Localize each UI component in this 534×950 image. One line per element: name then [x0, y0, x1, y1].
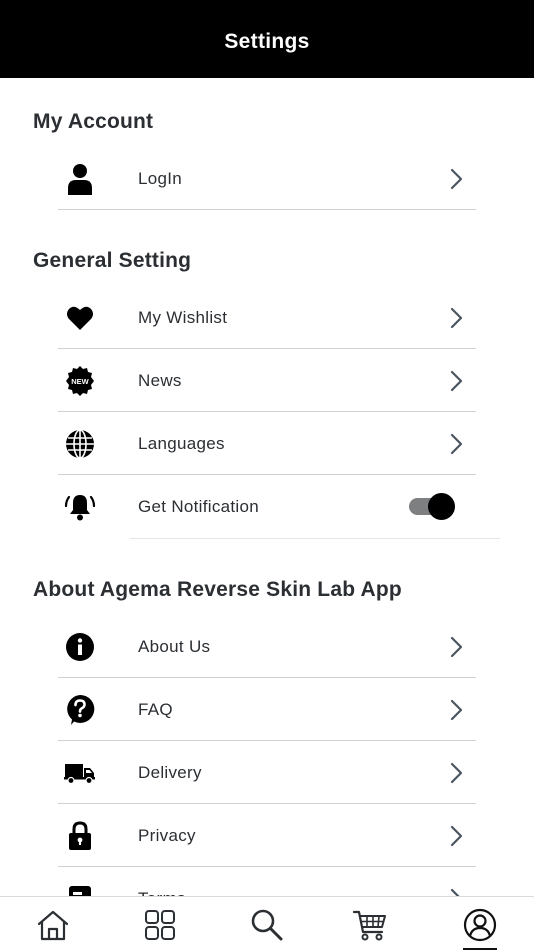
settings-item-terms[interactable]: Terms	[58, 867, 476, 896]
search-icon	[251, 909, 283, 941]
new-badge-icon: NEW	[62, 363, 98, 399]
settings-item-label: Languages	[138, 434, 225, 453]
truck-icon	[62, 755, 98, 791]
divider	[130, 538, 500, 539]
profile-icon	[463, 908, 497, 942]
chevron-right-icon	[450, 307, 463, 329]
question-icon	[62, 692, 98, 728]
user-icon	[62, 161, 98, 197]
tab-cart[interactable]	[350, 905, 390, 945]
chevron-right-icon	[450, 370, 463, 392]
document-icon	[62, 881, 98, 896]
home-icon	[37, 910, 69, 941]
chevron-right-icon	[450, 433, 463, 455]
settings-item-label: About Us	[138, 637, 211, 656]
chevron-right-icon	[450, 888, 460, 896]
heart-icon	[62, 300, 98, 336]
section-title-general-setting: General Setting	[33, 249, 192, 272]
page-title: Settings	[224, 30, 310, 53]
top-bar: Settings	[0, 0, 534, 78]
settings-item-delivery[interactable]: Delivery	[58, 741, 476, 804]
settings-item-label: Delivery	[138, 763, 202, 782]
notification-toggle[interactable]	[408, 492, 456, 520]
settings-item-notification: Get Notification	[58, 475, 476, 538]
bottom-tab-bar	[0, 896, 534, 950]
lock-icon	[62, 818, 98, 854]
chevron-right-icon	[450, 762, 463, 784]
settings-item-label: News	[138, 371, 182, 390]
settings-item-label: FAQ	[138, 700, 173, 719]
tab-home[interactable]	[33, 905, 73, 945]
chevron-right-icon	[450, 168, 463, 190]
chevron-right-icon	[450, 699, 463, 721]
svg-text:NEW: NEW	[71, 377, 89, 386]
cart-icon	[352, 910, 386, 941]
grid-icon	[145, 910, 175, 940]
settings-item-news[interactable]: NEW News	[58, 349, 476, 412]
toggle-knob	[428, 493, 455, 520]
chevron-right-icon	[450, 825, 463, 847]
settings-item-label: Terms	[138, 867, 186, 896]
tab-categories[interactable]	[140, 905, 180, 945]
settings-item-label: Privacy	[138, 826, 196, 845]
globe-icon	[62, 426, 98, 462]
bell-ringing-icon	[62, 489, 98, 525]
settings-item-label: LogIn	[138, 169, 183, 188]
section-title-about: About Agema Reverse Skin Lab App	[33, 578, 402, 601]
settings-item-label: Get Notification	[138, 497, 260, 516]
tab-search[interactable]	[247, 905, 287, 945]
settings-item-login[interactable]: LogIn	[58, 147, 476, 210]
info-icon	[62, 629, 98, 665]
section-title-my-account: My Account	[33, 110, 154, 133]
chevron-right-icon	[450, 636, 463, 658]
tab-profile[interactable]	[460, 905, 500, 950]
settings-item-privacy[interactable]: Privacy	[58, 804, 476, 867]
settings-list[interactable]: My Account LogIn General Setting My Wish…	[0, 78, 534, 896]
settings-item-faq[interactable]: FAQ	[58, 678, 476, 741]
settings-item-about-us[interactable]: About Us	[58, 615, 476, 678]
settings-item-languages[interactable]: Languages	[58, 412, 476, 475]
settings-item-wishlist[interactable]: My Wishlist	[58, 286, 476, 349]
settings-item-label: My Wishlist	[138, 308, 228, 327]
